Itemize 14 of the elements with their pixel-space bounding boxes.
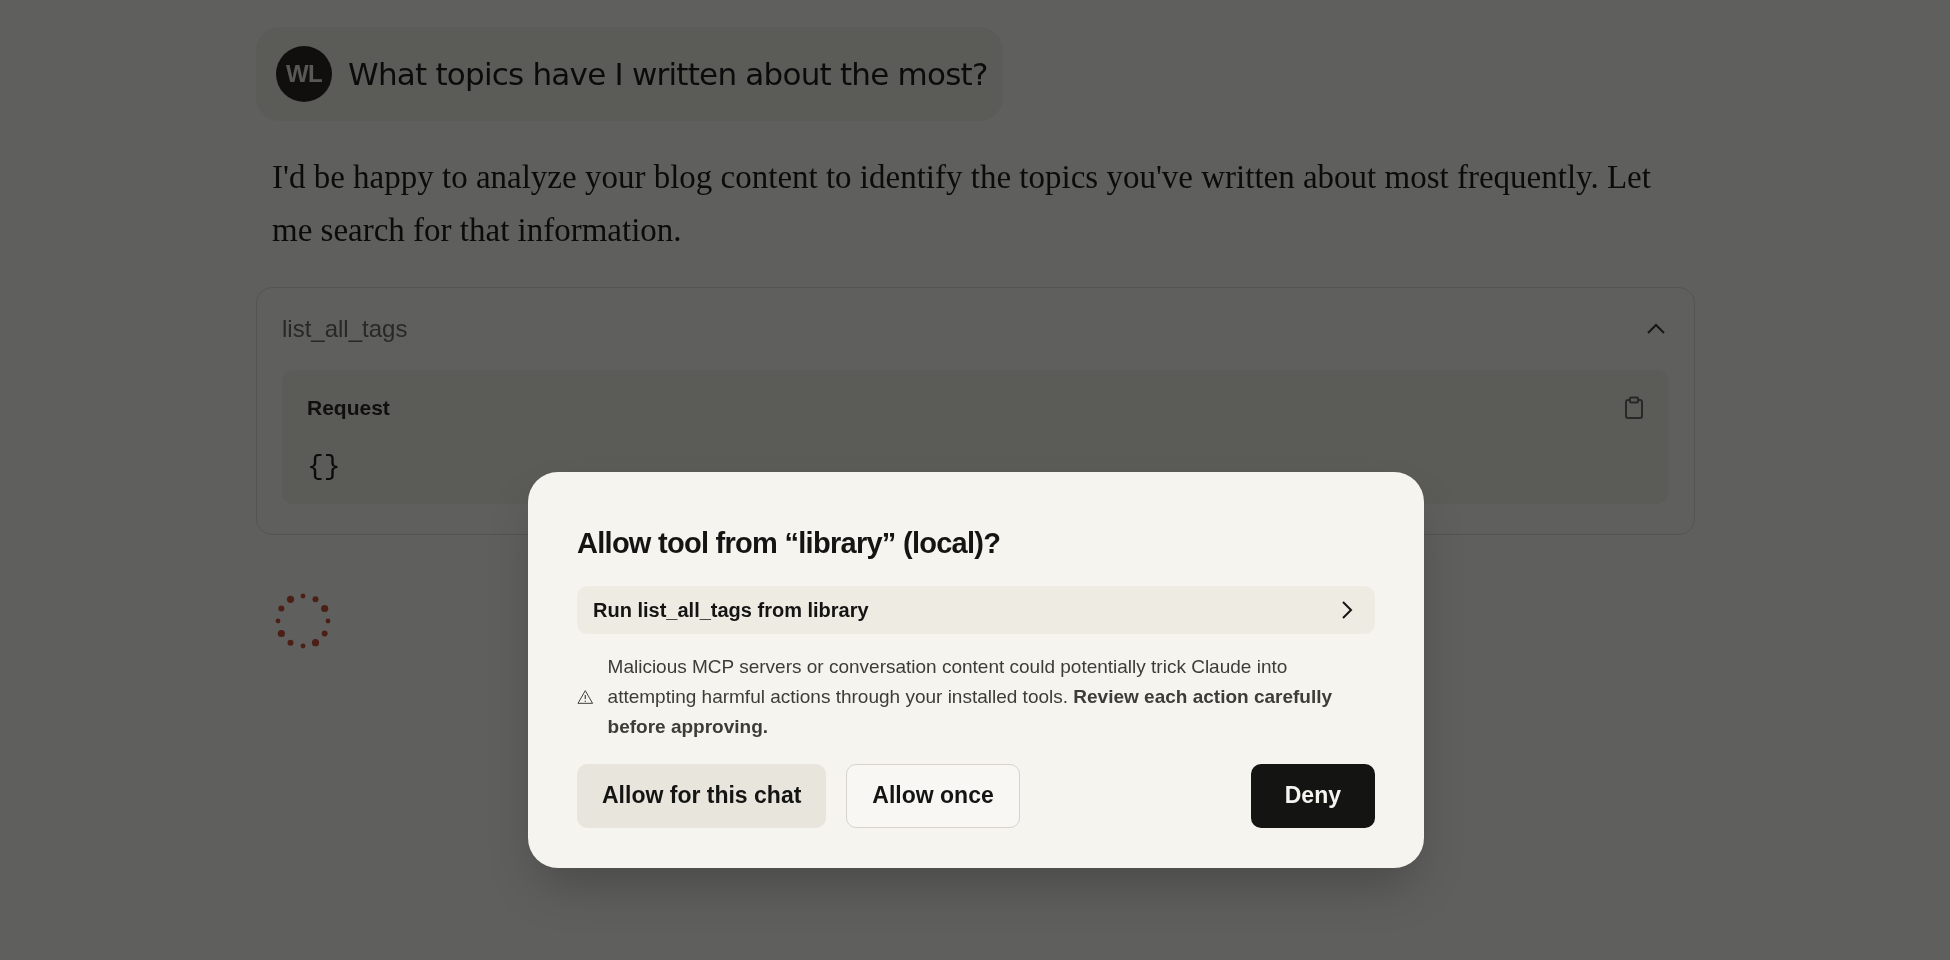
chevron-right-icon (1341, 599, 1353, 620)
allow-once-button[interactable]: Allow once (846, 763, 1020, 828)
dialog-title: Allow tool from “library” (local)? (577, 526, 1002, 561)
allow-chat-button[interactable]: Allow for this chat (577, 763, 827, 828)
copy-icon[interactable] (1624, 395, 1644, 420)
request-label: Request (307, 395, 390, 421)
warning-text: Malicious MCP servers or conversation content could potentially trick Claude into attempting harmful actions through your installed tools. Review each action carefully before approving. (607, 654, 1334, 739)
deny-button[interactable]: Deny (1250, 763, 1375, 828)
tool-action-row[interactable]: Run list_all_tags from library (577, 585, 1375, 634)
user-avatar: WL (276, 46, 332, 102)
message-text: What topics have I written about the most? (348, 54, 988, 94)
chevron-icon[interactable] (1646, 323, 1666, 335)
request-body: {} (307, 449, 341, 484)
assistant-message: I'd be happy to analyze your blog content to identify the topics you've written about most frequently. Let me search for that information. (271, 158, 1652, 250)
